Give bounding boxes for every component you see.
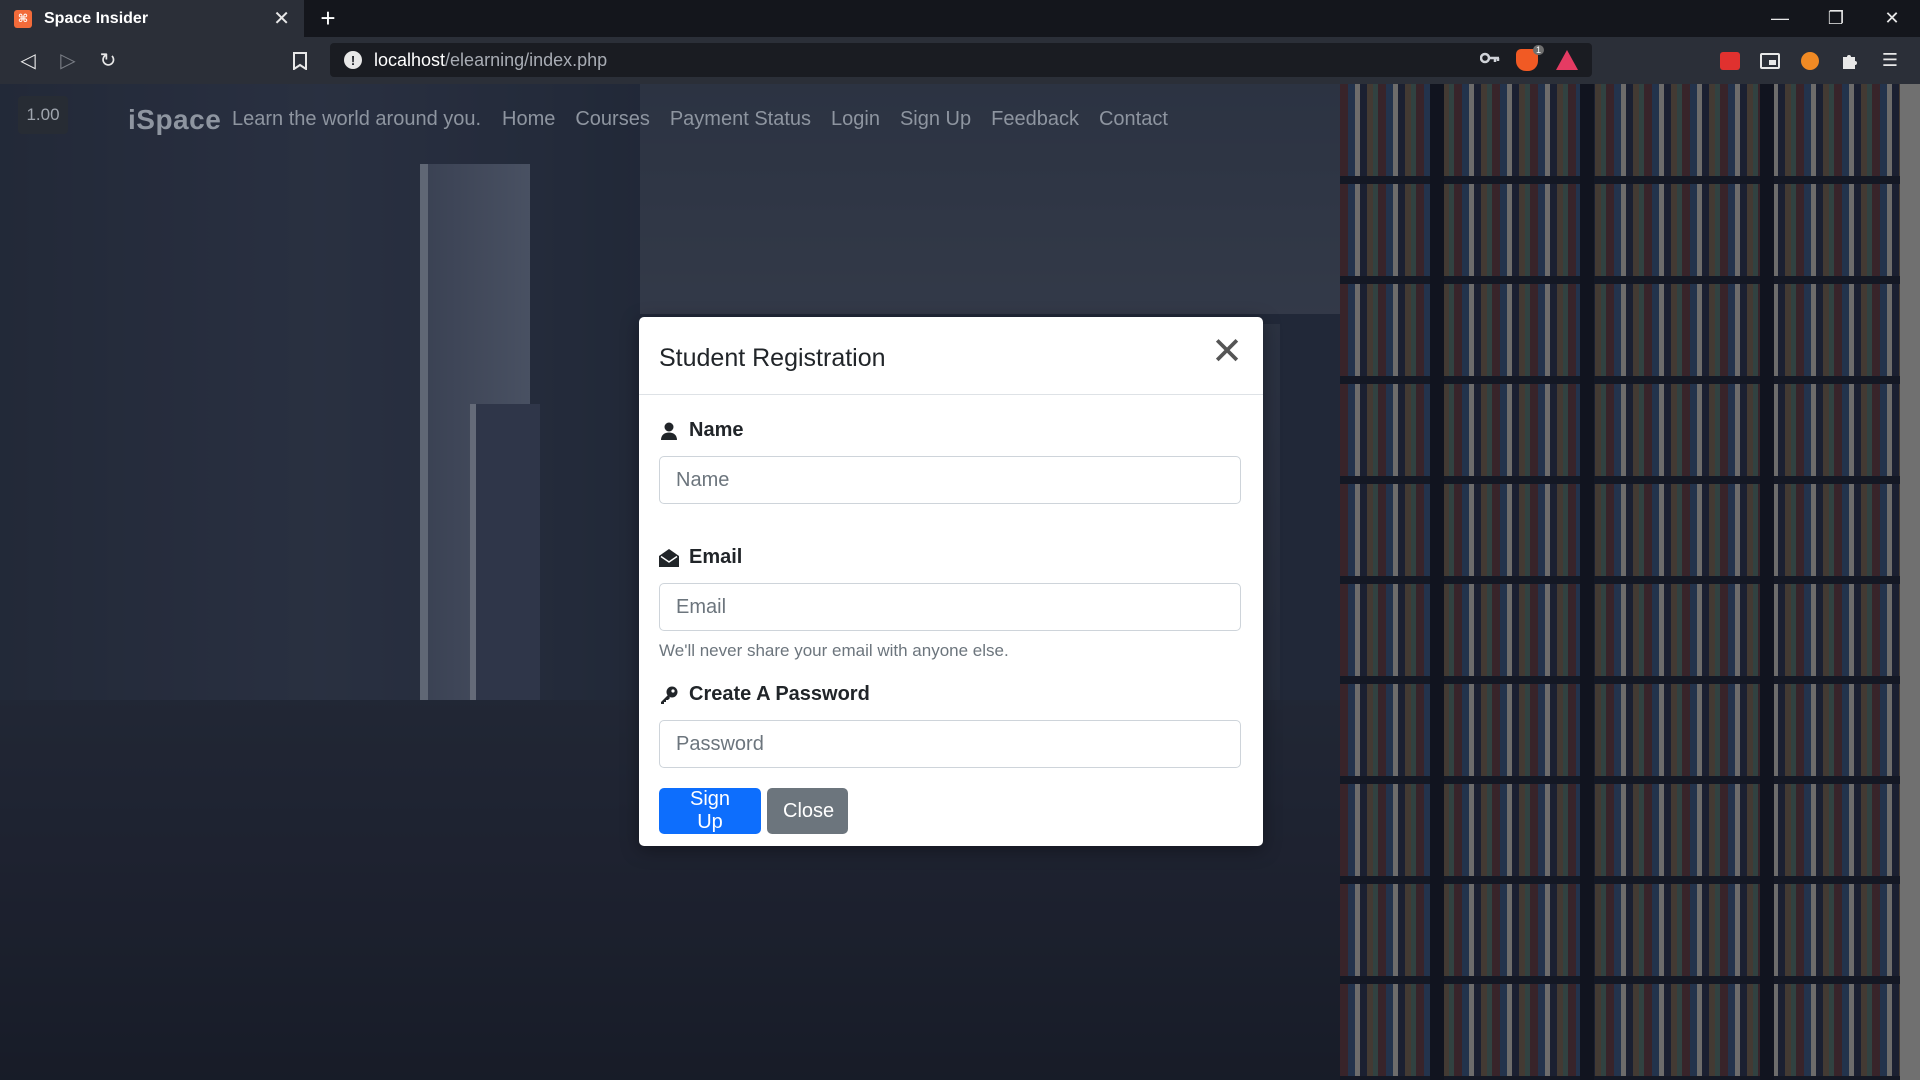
modal-close-icon[interactable]: ✕: [1211, 333, 1243, 371]
name-input[interactable]: [659, 456, 1241, 504]
user-icon: [659, 421, 679, 441]
restore-icon[interactable]: ❐: [1808, 0, 1864, 37]
window-controls: — ❐ ✕: [1752, 0, 1920, 37]
browser-tab[interactable]: ⌘ Space Insider ✕: [0, 0, 304, 37]
nav-link-feedback[interactable]: Feedback: [991, 108, 1079, 131]
url-host: localhost: [374, 49, 446, 70]
url-path: /elearning/index.php: [445, 49, 608, 70]
site-navbar: 1.00 iSpace Learn the world around you. …: [0, 84, 1900, 154]
email-label: Email: [659, 546, 1243, 569]
nav-link-payment-status[interactable]: Payment Status: [670, 108, 811, 131]
extension-red-icon[interactable]: [1710, 41, 1750, 81]
brave-rewards-icon[interactable]: [1556, 50, 1578, 70]
reload-icon[interactable]: ↻: [88, 41, 128, 81]
new-tab-button[interactable]: +: [304, 0, 352, 37]
registration-modal: Student Registration ✕ Name Email We'll …: [639, 317, 1263, 846]
site-info-icon[interactable]: !: [344, 51, 362, 69]
name-label: Name: [659, 419, 1243, 442]
address-bar[interactable]: ! localhost /elearning/index.php 1: [330, 43, 1592, 77]
site-tagline: Learn the world around you.: [232, 108, 482, 130]
key-icon[interactable]: [1479, 51, 1500, 69]
tab-title: Space Insider: [44, 9, 149, 27]
password-input[interactable]: [659, 720, 1241, 768]
tab-strip: ⌘ Space Insider ✕ + — ❐ ✕: [0, 0, 1920, 37]
email-label-text: Email: [689, 546, 743, 568]
extensions-area: ☰: [1710, 37, 1920, 84]
site-brand-logo[interactable]: iSpace: [128, 104, 221, 136]
window-close-icon[interactable]: ✕: [1864, 0, 1920, 37]
nav-link-login[interactable]: Login: [831, 108, 880, 131]
email-help-text: We'll never share your email with anyone…: [659, 641, 1009, 660]
nav-link-courses[interactable]: Courses: [575, 108, 649, 131]
site-nav-links: Home Courses Payment Status Login Sign U…: [502, 108, 1188, 131]
nav-link-home[interactable]: Home: [502, 108, 555, 131]
modal-body: Name Email We'll never share your email …: [639, 395, 1263, 834]
modal-header: Student Registration ✕: [639, 317, 1263, 395]
picture-in-picture-icon[interactable]: [1750, 41, 1790, 81]
extension-orange-icon[interactable]: [1790, 41, 1830, 81]
password-label: Create A Password: [659, 683, 1243, 706]
key-icon: [659, 685, 679, 705]
close-button[interactable]: Close: [767, 788, 848, 834]
site-favicon-icon: ⌘: [14, 9, 32, 28]
password-label-text: Create A Password: [689, 683, 870, 705]
envelope-open-icon: [659, 548, 679, 568]
extensions-puzzle-icon[interactable]: [1830, 41, 1870, 81]
nav-link-contact[interactable]: Contact: [1099, 108, 1168, 131]
modal-title: Student Registration: [659, 344, 886, 372]
forward-icon[interactable]: ▷: [48, 41, 88, 81]
tab-close-icon[interactable]: ✕: [273, 6, 290, 31]
minimize-icon[interactable]: —: [1752, 0, 1808, 37]
email-input[interactable]: [659, 583, 1241, 631]
shield-count-badge: 1: [1532, 45, 1544, 55]
page-scrollbar[interactable]: [1900, 84, 1920, 1080]
browser-toolbar: ◁ ▷ ↻ ! localhost /elearning/index.php 1…: [0, 37, 1920, 84]
bookmark-icon[interactable]: [280, 41, 320, 81]
modal-actions: Sign Up Close: [659, 788, 1243, 834]
name-label-text: Name: [689, 419, 744, 441]
brave-shield-icon[interactable]: 1: [1516, 45, 1544, 71]
sign-up-button[interactable]: Sign Up: [659, 788, 761, 834]
back-icon[interactable]: ◁: [8, 41, 48, 81]
page-viewport: 1.00 iSpace Learn the world around you. …: [0, 84, 1920, 1080]
menu-icon[interactable]: ☰: [1870, 41, 1910, 81]
zoom-badge: 1.00: [18, 96, 68, 134]
nav-link-sign-up[interactable]: Sign Up: [900, 108, 971, 131]
